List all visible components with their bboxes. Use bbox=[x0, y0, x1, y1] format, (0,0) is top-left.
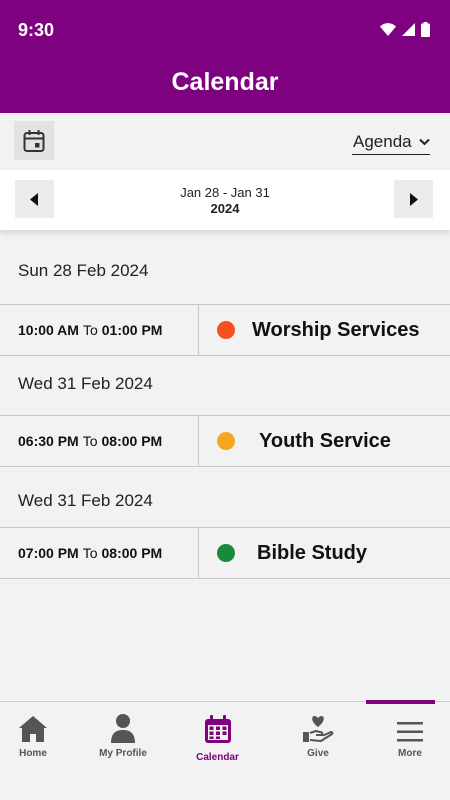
nav-calendar-label: Calendar bbox=[196, 752, 239, 763]
arrow-right-icon bbox=[410, 192, 418, 206]
status-time: 9:30 bbox=[18, 20, 55, 40]
event-start-time: 10:00 AM bbox=[18, 322, 79, 338]
date-year-label: 2024 bbox=[210, 201, 240, 216]
nav-profile[interactable]: My Profile bbox=[88, 702, 158, 772]
day-header: Wed 31 Feb 2024 bbox=[18, 491, 153, 510]
wifi-icon bbox=[380, 23, 396, 36]
event-time-separator: To bbox=[82, 322, 98, 338]
next-week-button[interactable] bbox=[394, 180, 433, 218]
nav-home[interactable]: Home bbox=[0, 702, 66, 772]
event-details: Youth Service bbox=[199, 416, 450, 466]
event-details: Worship Services bbox=[199, 305, 450, 355]
date-range-label: Jan 28 - Jan 31 bbox=[180, 185, 270, 200]
event-row[interactable]: 10:00 AM To 01:00 PM Worship Services bbox=[0, 304, 450, 356]
event-time: 06:30 PM To 08:00 PM bbox=[0, 416, 199, 466]
view-mode-select[interactable]: Agenda bbox=[352, 130, 430, 155]
event-time-separator: To bbox=[82, 433, 98, 449]
event-details: Bible Study bbox=[199, 528, 450, 578]
date-navigation: Jan 28 - Jan 31 2024 bbox=[0, 170, 450, 230]
status-icons bbox=[380, 22, 430, 37]
event-end-time: 01:00 PM bbox=[101, 322, 163, 338]
nav-profile-label: My Profile bbox=[99, 748, 147, 759]
event-row[interactable]: 06:30 PM To 08:00 PM Youth Service bbox=[0, 415, 450, 467]
view-mode-value: Agenda bbox=[353, 132, 412, 151]
signal-icon bbox=[402, 23, 415, 36]
event-color-dot bbox=[217, 321, 235, 339]
event-color-dot bbox=[217, 432, 235, 450]
page-title: Calendar bbox=[171, 68, 279, 96]
event-time: 07:00 PM To 08:00 PM bbox=[0, 528, 199, 578]
battery-icon bbox=[421, 22, 430, 37]
status-bar: 9:30 bbox=[0, 0, 450, 60]
event-row[interactable]: 07:00 PM To 08:00 PM Bible Study bbox=[0, 527, 450, 579]
person-icon bbox=[111, 714, 135, 743]
event-time: 10:00 AM To 01:00 PM bbox=[0, 305, 199, 355]
event-end-time: 08:00 PM bbox=[101, 433, 163, 449]
event-start-time: 06:30 PM bbox=[18, 433, 79, 449]
event-title: Bible Study bbox=[257, 541, 368, 564]
nav-calendar[interactable]: Calendar bbox=[183, 700, 435, 772]
calendar-icon bbox=[23, 129, 45, 152]
nav-more[interactable]: More bbox=[390, 702, 430, 772]
calendar-grid-icon bbox=[204, 715, 231, 743]
event-time-separator: To bbox=[82, 545, 98, 561]
nav-give-label: Give bbox=[307, 748, 329, 759]
nav-more-label: More bbox=[398, 748, 422, 759]
menu-icon bbox=[397, 722, 423, 742]
home-icon bbox=[19, 716, 47, 742]
app-header: Calendar bbox=[0, 60, 450, 113]
hand-heart-icon bbox=[303, 716, 334, 742]
event-title: Worship Services bbox=[252, 318, 420, 341]
date-picker-button[interactable] bbox=[14, 121, 54, 160]
chevron-down-icon bbox=[419, 138, 430, 146]
calendar-toolbar: Agenda bbox=[0, 113, 450, 170]
nav-give[interactable]: Give bbox=[298, 702, 338, 772]
event-title: Youth Service bbox=[259, 429, 391, 452]
event-start-time: 07:00 PM bbox=[18, 545, 79, 561]
event-end-time: 08:00 PM bbox=[101, 545, 163, 561]
bottom-navigation: Home My Profile Calendar Give More bbox=[0, 700, 450, 800]
event-color-dot bbox=[217, 544, 235, 562]
day-header: Wed 31 Feb 2024 bbox=[18, 374, 153, 393]
day-header: Sun 28 Feb 2024 bbox=[18, 261, 149, 280]
nav-home-label: Home bbox=[19, 748, 47, 759]
